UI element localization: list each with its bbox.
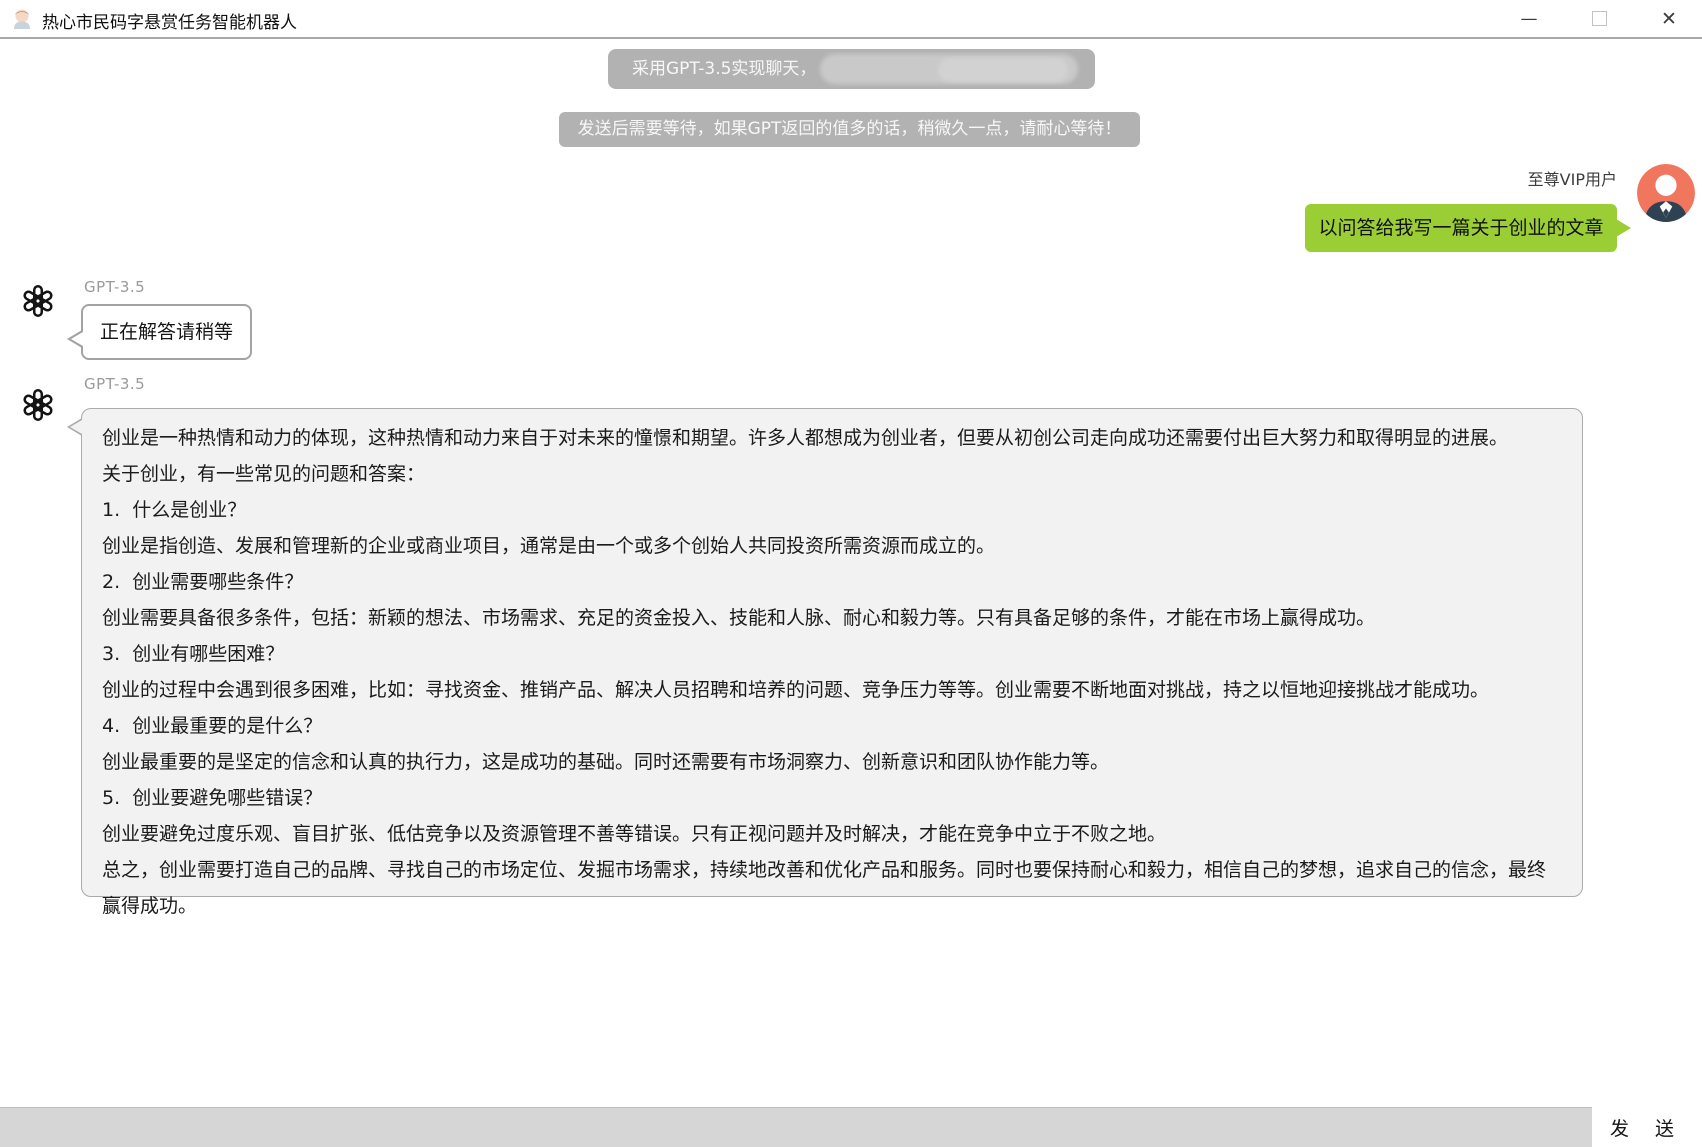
window-title: 热心市民码字悬赏任务智能机器人 [42,8,297,33]
openai-logo-icon [20,387,56,423]
answer-line: 3. 创业有哪些困难？ [102,636,1562,672]
maximize-icon [1592,11,1607,26]
bot-name-label: GPT-3.5 [84,278,145,296]
send-button[interactable]: 发 送 [1592,1107,1702,1147]
answer-line: 创业要避免过度乐观、盲目扩张、低估竞争以及资源管理不善等错误。只有正视问题并及时… [102,816,1562,852]
app-icon [10,7,34,31]
answer-line: 1. 什么是创业？ [102,492,1562,528]
answer-line: 关于创业，有一些常见的问题和答案： [102,456,1562,492]
user-message-text: 以问答给我写一篇关于创业的文章 [1318,217,1603,239]
redacted-blur [938,58,1068,82]
maximize-button[interactable] [1576,0,1622,37]
answer-line: 创业是指创造、发展和管理新的企业或商业项目，通常是由一个或多个创始人共同投资所需… [102,528,1562,564]
answer-line: 4. 创业最重要的是什么？ [102,708,1562,744]
user-bubble-tail [1616,219,1631,237]
bot-bubble-tail [71,332,83,346]
vip-user-badge: 至尊VIP用户 [1528,166,1617,190]
answer-line: 总之，创业需要打造自己的品牌、寻找自己的市场定位、发掘市场需求，持续地改善和优化… [102,852,1562,924]
person-icon [1637,164,1695,222]
notice-wait-tip: 发送后需要等待，如果GPT返回的值多的话，稍微久一点，请耐心等待！ [559,112,1140,147]
answer-line: 创业需要具备很多条件，包括：新颖的想法、市场需求、充足的资金投入、技能和人脉、耐… [102,600,1562,636]
bot-answer-bubble: 创业是一种热情和动力的体现，这种热情和动力来自于对未来的憧憬和期望。许多人都想成… [81,408,1583,897]
user-avatar [1637,164,1695,222]
bot-name-label: GPT-3.5 [84,375,145,393]
minimize-button[interactable]: — [1506,0,1552,37]
openai-logo-icon [20,283,56,319]
answer-line: 创业最重要的是坚定的信念和认真的执行力，这是成功的基础。同时还需要有市场洞察力、… [102,744,1562,780]
bot-status-bubble: 正在解答请稍等 [81,304,252,360]
answer-line: 5. 创业要避免哪些错误？ [102,780,1562,816]
bot-bubble-tail [70,420,82,434]
user-message-bubble: 以问答给我写一篇关于创业的文章 [1305,204,1617,252]
bot-status-text: 正在解答请稍等 [100,321,233,343]
answer-line: 创业是一种热情和动力的体现，这种热情和动力来自于对未来的憧憬和期望。许多人都想成… [102,420,1562,456]
title-bar: 热心市民码字悬赏任务智能机器人 — ✕ [0,0,1702,39]
message-input[interactable] [0,1107,1592,1147]
bot-answer-text: 创业是一种热情和动力的体现，这种热情和动力来自于对未来的憧憬和期望。许多人都想成… [102,420,1562,924]
answer-line: 创业的过程中会遇到很多困难，比如：寻找资金、推销产品、解决人员招聘和培养的问题、… [102,672,1562,708]
notice-chat-engine: 采用GPT-3.5实现聊天， [608,49,1095,89]
close-button[interactable]: ✕ [1646,0,1692,37]
answer-line: 2. 创业需要哪些条件？ [102,564,1562,600]
notice-chat-engine-text: 采用GPT-3.5实现聊天， [632,59,816,79]
app-window: 热心市民码字悬赏任务智能机器人 — ✕ 采用GPT-3.5实现聊天， 发送后需要… [0,0,1702,1147]
